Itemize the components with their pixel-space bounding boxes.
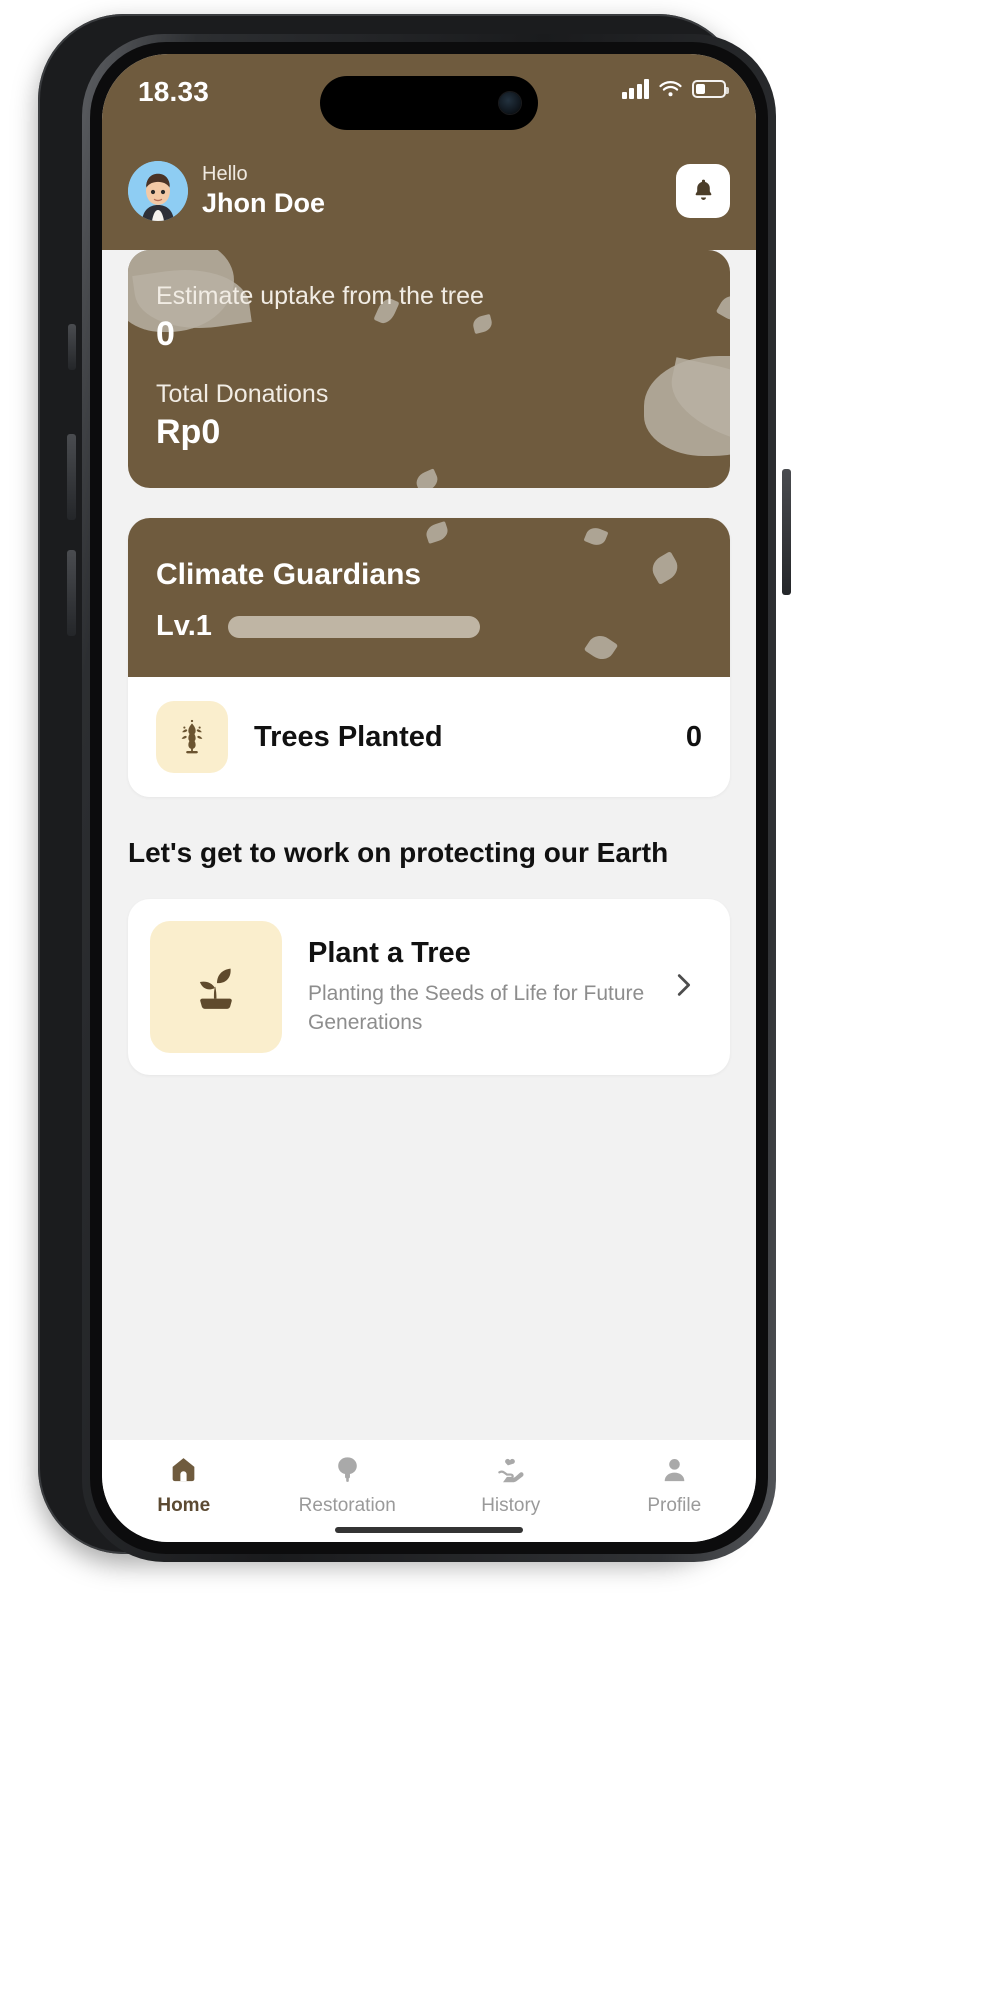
guardians-title: Climate Guardians	[156, 558, 422, 591]
screenshot-root: 18.33 Hello Jhon Doe Estimate uptake fro…	[0, 0, 983, 2000]
donations-value: Rp0	[156, 413, 221, 451]
seedling-icon	[150, 921, 282, 1053]
battery-icon	[692, 79, 729, 98]
guardians-progress-bar	[227, 615, 480, 638]
tab-profile-label: Profile	[647, 1495, 702, 1516]
person-icon	[659, 1454, 690, 1490]
tab-history[interactable]: History	[429, 1454, 593, 1517]
app-header: Hello Jhon Doe	[102, 132, 756, 250]
tree-sprout-icon	[156, 701, 228, 773]
hand-heart-icon	[495, 1454, 526, 1490]
tree-icon	[332, 1454, 363, 1490]
silent-switch[interactable]	[68, 324, 76, 370]
section-heading: Let's get to work on protecting our Eart…	[128, 837, 669, 868]
plant-a-tree-card[interactable]: Plant a Tree Planting the Seeds of Life …	[128, 899, 730, 1075]
leaf-decoration	[413, 468, 441, 488]
greeting-text: Hello	[202, 162, 248, 185]
trees-planted-row[interactable]: Trees Planted 0	[128, 677, 730, 797]
plant-a-tree-title: Plant a Tree	[308, 937, 471, 970]
stats-card: Estimate uptake from the tree 0 Total Do…	[128, 250, 730, 488]
user-name: Jhon Doe	[202, 187, 326, 218]
wifi-icon	[658, 79, 683, 99]
guardians-header: Climate Guardians Lv.1	[128, 518, 730, 677]
main-content: Estimate uptake from the tree 0 Total Do…	[102, 250, 756, 1440]
uptake-value: 0	[156, 315, 175, 353]
climate-guardians-card: Climate Guardians Lv.1 Trees Planted 0	[128, 518, 730, 797]
trees-planted-value: 0	[685, 720, 702, 753]
greeting-block: Hello Jhon Doe	[202, 163, 676, 219]
cellular-signal-icon	[621, 78, 649, 99]
plant-a-tree-text: Plant a Tree Planting the Seeds of Life …	[308, 937, 668, 1037]
bottom-navigation: Home Restoration History Profile	[102, 1440, 756, 1542]
tab-restoration[interactable]: Restoration	[266, 1454, 430, 1517]
tab-restoration-label: Restoration	[298, 1495, 396, 1516]
phone-screen: 18.33 Hello Jhon Doe Estimate uptake fro…	[102, 54, 756, 1542]
tab-profile[interactable]: Profile	[593, 1454, 757, 1517]
leaf-decoration	[715, 291, 730, 325]
uptake-label: Estimate uptake from the tree	[156, 282, 484, 310]
donations-label: Total Donations	[156, 380, 329, 408]
home-indicator	[335, 1527, 523, 1533]
leaf-decoration	[583, 524, 609, 549]
home-icon	[168, 1454, 199, 1490]
chevron-right-icon[interactable]	[668, 970, 698, 1005]
tab-history-label: History	[481, 1495, 541, 1516]
volume-down-button[interactable]	[67, 550, 76, 636]
trees-planted-label: Trees Planted	[254, 720, 443, 753]
guardians-level-row: Lv.1	[156, 610, 702, 643]
guardians-level: Lv.1	[156, 610, 212, 642]
volume-up-button[interactable]	[67, 434, 76, 520]
notification-button[interactable]	[676, 164, 730, 218]
phone-frame: 18.33 Hello Jhon Doe Estimate uptake fro…	[38, 14, 791, 1562]
bell-icon	[690, 176, 717, 206]
status-bar-clock: 18.33	[138, 76, 210, 107]
power-button[interactable]	[782, 469, 791, 595]
dynamic-island	[320, 76, 538, 130]
tab-home[interactable]: Home	[102, 1454, 266, 1517]
tab-home-label: Home	[157, 1495, 211, 1516]
plant-a-tree-description: Planting the Seeds of Life for Future Ge…	[308, 982, 645, 1034]
leaf-decoration	[423, 521, 451, 544]
status-bar-indicators	[621, 78, 729, 99]
avatar[interactable]	[128, 161, 188, 221]
